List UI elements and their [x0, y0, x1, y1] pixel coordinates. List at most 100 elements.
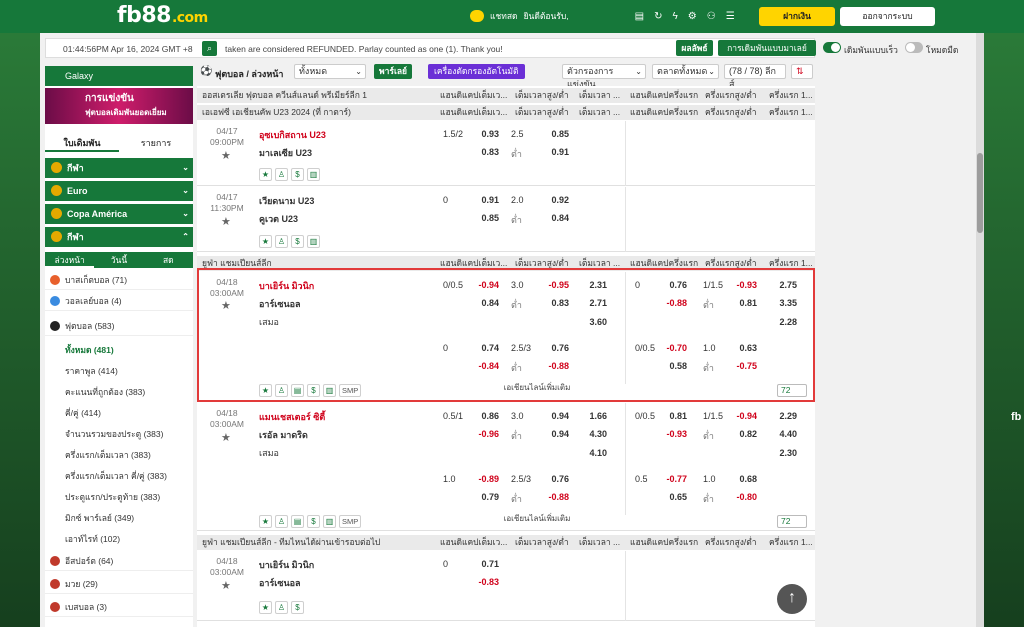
- dollar-icon[interactable]: $: [291, 168, 304, 181]
- parlay-button[interactable]: พาร์เลย์: [374, 64, 413, 79]
- deposit-button[interactable]: ฝากเงิน: [759, 7, 835, 26]
- market-filter[interactable]: ตลาดทั้งหมด ⌄: [652, 64, 719, 79]
- odds-cell[interactable]: -0.94: [725, 411, 757, 421]
- odds-cell[interactable]: 0.83: [467, 147, 499, 157]
- smp-badge[interactable]: SMP: [339, 515, 362, 528]
- category-euro[interactable]: Euro ⌄: [45, 181, 193, 201]
- tv-icon[interactable]: ▤: [291, 515, 304, 528]
- dollar-icon[interactable]: $: [307, 384, 320, 397]
- home-team[interactable]: บาเยิร์น มิวนิก: [259, 558, 314, 572]
- wallet-icon[interactable]: ▤: [635, 11, 644, 22]
- star-icon[interactable]: ★: [259, 384, 272, 397]
- sub-ht-ft[interactable]: ครึ่งแรก/เต็มเวลา (383): [65, 445, 151, 465]
- home-team[interactable]: บาเยิร์น มิวนิก: [259, 279, 314, 293]
- home-team[interactable]: แมนเชสเตอร์ ซิตี้: [259, 410, 325, 424]
- sport-volleyball[interactable]: วอลเลย์บอล (4): [45, 291, 193, 311]
- odds-cell[interactable]: 0.76: [537, 343, 569, 353]
- shirt-icon[interactable]: ♙: [275, 235, 288, 248]
- odds-cell[interactable]: 4.40: [765, 429, 797, 439]
- league-count[interactable]: (78 / 78) ลีกส์: [724, 64, 786, 89]
- shirt-icon[interactable]: ♙: [275, 384, 288, 397]
- dollar-icon[interactable]: $: [291, 235, 304, 248]
- odds-cell[interactable]: 0.79: [467, 492, 499, 502]
- sub-mix-parlay[interactable]: มิกซ์ พาร์เลย์ (349): [65, 508, 134, 528]
- odds-cell[interactable]: 2.71: [575, 298, 607, 308]
- logout-button[interactable]: ออกจากระบบ: [840, 7, 935, 26]
- odds-cell[interactable]: -0.88: [537, 361, 569, 371]
- odds-cell[interactable]: 0.81: [655, 411, 687, 421]
- odds-cell[interactable]: 0.91: [467, 195, 499, 205]
- league-row[interactable]: เอเอฟซี เอเชียนคัพ U23 2024 (ที่ กาตาร์)…: [197, 105, 815, 120]
- category-sports[interactable]: กีฬา ⌄: [45, 158, 193, 178]
- odds-cell[interactable]: -0.77: [655, 474, 687, 484]
- sub-total-goals[interactable]: จำนวนรวมของประตู (383): [65, 424, 163, 444]
- tab-mybets[interactable]: รายการ: [119, 134, 193, 152]
- odds-cell[interactable]: -0.70: [655, 343, 687, 353]
- shirt-icon[interactable]: ♙: [275, 515, 288, 528]
- odds-cell[interactable]: 0.76: [655, 280, 687, 290]
- odds-cell[interactable]: 0.76: [537, 474, 569, 484]
- shirt-icon[interactable]: ♙: [275, 168, 288, 181]
- odds-cell[interactable]: 0.86: [467, 411, 499, 421]
- league-row[interactable]: ยูฟ่า แชมเปียนส์ลีก แฮนดิแคปเต็มเว... เต็…: [197, 256, 815, 271]
- star-icon[interactable]: ★: [259, 601, 272, 614]
- odds-cell[interactable]: -0.83: [467, 577, 499, 587]
- star-icon[interactable]: ★: [221, 431, 231, 444]
- star-icon[interactable]: ★: [221, 149, 231, 162]
- odds-cell[interactable]: -0.89: [467, 474, 499, 484]
- more-markets-count[interactable]: 72: [777, 515, 807, 528]
- refresh-icon[interactable]: ↻: [654, 11, 662, 22]
- odds-cell[interactable]: 3.35: [765, 298, 797, 308]
- away-team[interactable]: อาร์เซนอล: [259, 576, 301, 590]
- dollar-icon[interactable]: $: [291, 601, 304, 614]
- tab-live[interactable]: สด: [144, 252, 193, 268]
- star-icon[interactable]: ★: [259, 235, 272, 248]
- odds-cell[interactable]: 2.75: [765, 280, 797, 290]
- home-team[interactable]: เวียดนาม U23: [259, 194, 314, 208]
- settings-icon[interactable]: ⚙: [688, 11, 697, 22]
- odds-cell[interactable]: 0.81: [725, 298, 757, 308]
- odds-cell[interactable]: 0.83: [537, 298, 569, 308]
- odds-cell[interactable]: -0.95: [537, 280, 569, 290]
- galaxy-banner[interactable]: Galaxy: [45, 66, 193, 86]
- odds-cell[interactable]: 2.30: [765, 448, 797, 458]
- league-row[interactable]: ออสเตรเลีย ฟุตบอล ควีนส์แลนด์ พรีเมียร์ล…: [197, 88, 815, 103]
- odds-cell[interactable]: 0.94: [537, 429, 569, 439]
- odds-cell[interactable]: 0.84: [537, 213, 569, 223]
- star-icon[interactable]: ★: [221, 299, 231, 312]
- sub-outright[interactable]: เอาท์ไรท์ (102): [65, 529, 120, 549]
- chat-label[interactable]: แชทสด: [490, 9, 518, 23]
- search-icon[interactable]: ⌕: [202, 41, 217, 56]
- auto-filter-button[interactable]: เครื่องตัดกรองอัตโนมัติ: [428, 64, 525, 79]
- scrollbar-thumb[interactable]: [977, 153, 983, 233]
- sport-esports[interactable]: อีสปอร์ต (64): [45, 551, 193, 571]
- more-markets-count[interactable]: 72: [777, 384, 807, 397]
- chat-icon[interactable]: [470, 10, 484, 22]
- sport-football[interactable]: ฟุตบอล (583): [45, 316, 193, 336]
- dark-mode-toggle[interactable]: [905, 42, 923, 53]
- odds-cell[interactable]: 4.30: [575, 429, 607, 439]
- odds-cell[interactable]: -0.88: [655, 298, 687, 308]
- star-icon[interactable]: ★: [221, 215, 231, 228]
- sport-baseball[interactable]: เบสบอล (3): [45, 597, 193, 617]
- away-team[interactable]: มาเลเซีย U23: [259, 146, 312, 160]
- away-team[interactable]: เรอัล มาดริด: [259, 428, 308, 442]
- odds-cell[interactable]: 2.28: [765, 317, 797, 327]
- odds-cell[interactable]: 0.93: [467, 129, 499, 139]
- odds-cell[interactable]: 0.68: [725, 474, 757, 484]
- tab-betslip[interactable]: ใบเดิมพัน: [45, 134, 119, 152]
- scroll-top-button[interactable]: ↑: [777, 584, 807, 614]
- sport-boxing[interactable]: มวย (29): [45, 574, 193, 594]
- odds-cell[interactable]: 0.74: [467, 343, 499, 353]
- smp-badge[interactable]: SMP: [339, 384, 362, 397]
- odds-cell[interactable]: 0.94: [537, 411, 569, 421]
- more-lines-link[interactable]: เอเชียนไลน์เพิ่มเติม: [487, 381, 587, 394]
- away-team[interactable]: อาร์เซนอล: [259, 297, 301, 311]
- list-icon[interactable]: ☰: [726, 11, 735, 22]
- away-team[interactable]: คูเวต U23: [259, 212, 298, 226]
- home-team[interactable]: อุซเบกิสถาน U23: [259, 128, 326, 142]
- dollar-icon[interactable]: $: [307, 515, 320, 528]
- odds-cell[interactable]: 0.85: [537, 129, 569, 139]
- tab-early[interactable]: ล่วงหน้า: [45, 252, 95, 268]
- odds-cell[interactable]: 0.58: [655, 361, 687, 371]
